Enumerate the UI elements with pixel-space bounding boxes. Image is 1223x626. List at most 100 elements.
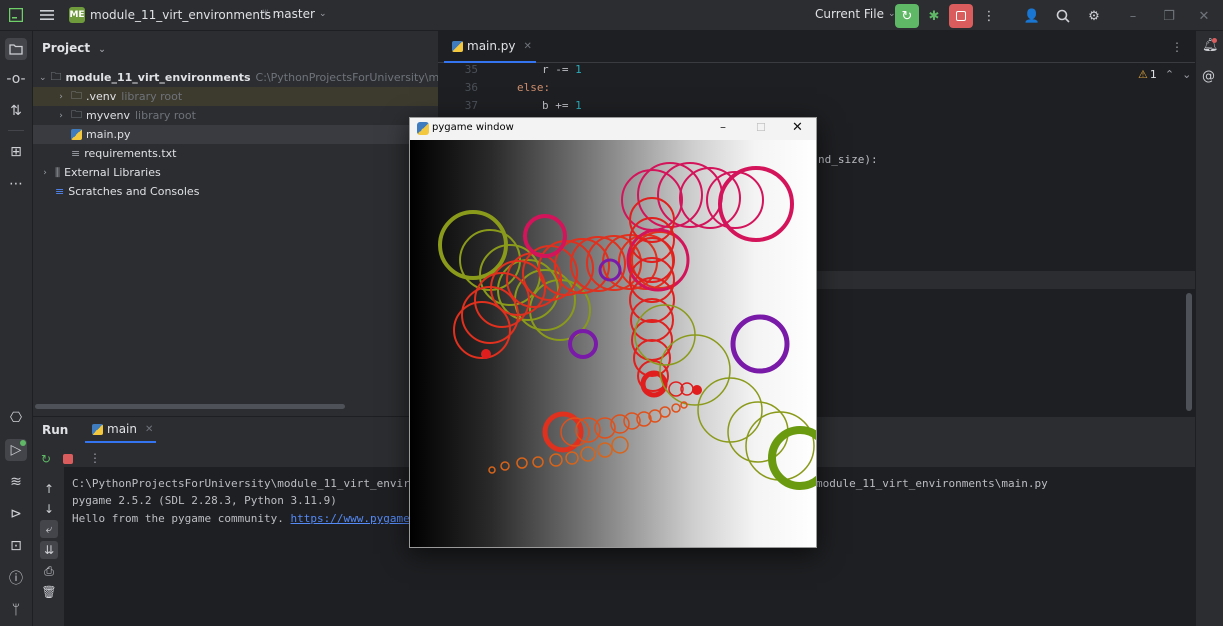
pygame-canvas[interactable] [410, 140, 832, 547]
main-menu-icon[interactable] [36, 4, 58, 26]
scratches-icon: ≡ [55, 185, 65, 198]
tree-row-myvenv[interactable]: › 🗀 myvenv library root [33, 106, 438, 125]
project-panel: Project ⌄ ⌄ 🗀 module_11_virt_environment… [33, 31, 438, 416]
ai-assistant-icon[interactable]: @ [1202, 69, 1215, 84]
expand-arrow-icon[interactable]: › [55, 92, 67, 102]
inspection-widget[interactable]: ⚠ 1 ⌃ ⌄ [1138, 68, 1191, 81]
more-run-actions-icon[interactable]: ⋮ [89, 451, 101, 465]
line-number: 36 [464, 81, 478, 94]
red-trail-group [668, 381, 694, 397]
soft-wrap-icon[interactable]: ⤶ [40, 520, 58, 538]
circle [438, 210, 508, 280]
git-icon[interactable]: ᛘ [5, 599, 27, 621]
scroll-up-icon[interactable]: ↑ [40, 480, 58, 498]
debug-button[interactable]: ✱ [922, 4, 946, 28]
folder-icon: 🗀 [71, 108, 82, 121]
circle [697, 377, 763, 443]
console-link[interactable]: https://www.pygame.o [291, 512, 423, 525]
pygame-title-bar[interactable]: pygame window – ☐ ✕ [410, 118, 816, 140]
notification-dot [1212, 38, 1217, 43]
run-config-label: Current File [815, 7, 884, 21]
circle [597, 442, 613, 458]
close-tab-icon[interactable]: ✕ [524, 41, 532, 52]
tree-row-external-libraries[interactable]: › ⫼ External Libraries [33, 163, 438, 182]
commit-icon[interactable]: -o- [5, 68, 27, 90]
pygame-window[interactable]: pygame window – ☐ ✕ [409, 117, 832, 548]
stop-icon[interactable] [63, 454, 73, 464]
app-logo-icon[interactable] [5, 4, 27, 26]
print-icon[interactable]: ⎙ [40, 562, 58, 580]
tree-row-main-py[interactable]: main.py [33, 125, 438, 144]
rerun-button[interactable]: ↻ [895, 4, 919, 28]
vertical-scrollbar[interactable] [1186, 293, 1192, 411]
code-line-37[interactable]: b += 1 [542, 99, 582, 112]
chevron-down-icon: ⌄ [318, 9, 327, 19]
project-panel-header[interactable]: Project ⌄ [42, 41, 106, 55]
pull-requests-icon[interactable]: ⇅ [5, 100, 27, 122]
code-line-36[interactable]: else: [517, 81, 550, 94]
close-icon[interactable]: ✕ [792, 120, 803, 135]
expand-arrow-icon[interactable]: › [55, 111, 67, 121]
chevron-up-icon[interactable]: ⌃ [1165, 68, 1174, 81]
crimson-circle-group [621, 162, 794, 292]
circle [549, 453, 563, 467]
tree-row-scratches[interactable]: ≡ Scratches and Consoles [33, 182, 438, 201]
add-user-icon[interactable]: 👤 [1020, 4, 1044, 28]
circle [565, 451, 579, 465]
restore-icon[interactable]: ❐ [1157, 4, 1181, 28]
project-panel-title: Project [42, 41, 91, 55]
search-icon[interactable] [1051, 4, 1075, 28]
console-line: pygame 2.5.2 (SDL 2.28.3, Python 3.11.9) [72, 494, 337, 507]
problems-icon[interactable]: ⓘ [5, 567, 27, 589]
trash-icon[interactable]: 🗑︎ [40, 583, 58, 601]
services-icon[interactable]: ⊳ [5, 503, 27, 525]
terminal-icon[interactable]: ⊡ [5, 535, 27, 557]
expand-arrow-icon[interactable]: › [39, 168, 51, 178]
horizontal-scrollbar[interactable] [35, 404, 345, 409]
project-badge: ME [69, 7, 85, 23]
expand-arrow-icon[interactable]: ⌄ [39, 73, 47, 83]
run-config-selector[interactable]: Current File ⌄ [815, 7, 896, 21]
python-packages-icon[interactable]: ⎔ [5, 407, 27, 429]
structure-icon[interactable]: ⊞ [5, 141, 27, 163]
code-fragment[interactable]: nd_size): [818, 153, 878, 166]
circles-drawing [438, 162, 832, 490]
minimize-icon[interactable]: – [1121, 4, 1145, 28]
more-tabs-icon[interactable]: ⋮ [1171, 40, 1183, 54]
layers-icon[interactable]: ≋ [5, 471, 27, 493]
close-tab-icon[interactable]: ✕ [145, 424, 153, 435]
rerun-icon[interactable]: ↻ [41, 452, 51, 466]
tab-main-py[interactable]: main.py ✕ [444, 31, 536, 63]
branch-selector[interactable]: ᛘ master ⌄ [262, 7, 326, 21]
code-line-35[interactable]: r -= 1 [542, 63, 582, 76]
chevron-down-icon[interactable]: ⌄ [1182, 68, 1191, 81]
project-folder-icon[interactable] [5, 38, 27, 60]
scroll-to-end-icon[interactable]: ⇊ [40, 541, 58, 559]
right-tool-strip: 🔔︎ @ [1195, 31, 1223, 626]
minimize-icon[interactable]: – [720, 120, 726, 134]
warning-count: 1 [1149, 68, 1157, 81]
project-selector[interactable]: ME module_11_virt_environments ⌄ [69, 7, 283, 23]
maximize-icon[interactable]: ☐ [756, 121, 766, 134]
circle [459, 229, 521, 291]
line-number: 37 [464, 99, 478, 112]
tree-label: External Libraries [64, 166, 161, 179]
tab-label: main.py [467, 39, 516, 53]
tree-row-venv[interactable]: › 🗀 .venv library root [33, 87, 438, 106]
run-tab-main[interactable]: main ✕ [85, 417, 157, 443]
circle [500, 461, 510, 471]
tree-row-root[interactable]: ⌄ 🗀 module_11_virt_environments C:\Pytho… [33, 68, 438, 87]
tree-label: module_11_virt_environments [65, 71, 251, 84]
folder-icon: 🗀 [71, 89, 82, 102]
run-tab-label: main [107, 422, 137, 436]
more-tools-icon[interactable]: ⋯ [5, 173, 27, 195]
settings-gear-icon[interactable]: ⚙ [1082, 4, 1106, 28]
purple-circle [730, 314, 790, 374]
python-file-icon [92, 423, 103, 435]
scroll-down-icon[interactable]: ↓ [40, 500, 58, 518]
more-actions-icon[interactable]: ⋮ [977, 4, 1001, 28]
close-window-icon[interactable]: ✕ [1192, 4, 1216, 28]
tree-row-requirements[interactable]: ≡ requirements.txt [33, 144, 438, 163]
stop-button[interactable] [949, 4, 973, 28]
text-file-icon: ≡ [71, 147, 81, 160]
